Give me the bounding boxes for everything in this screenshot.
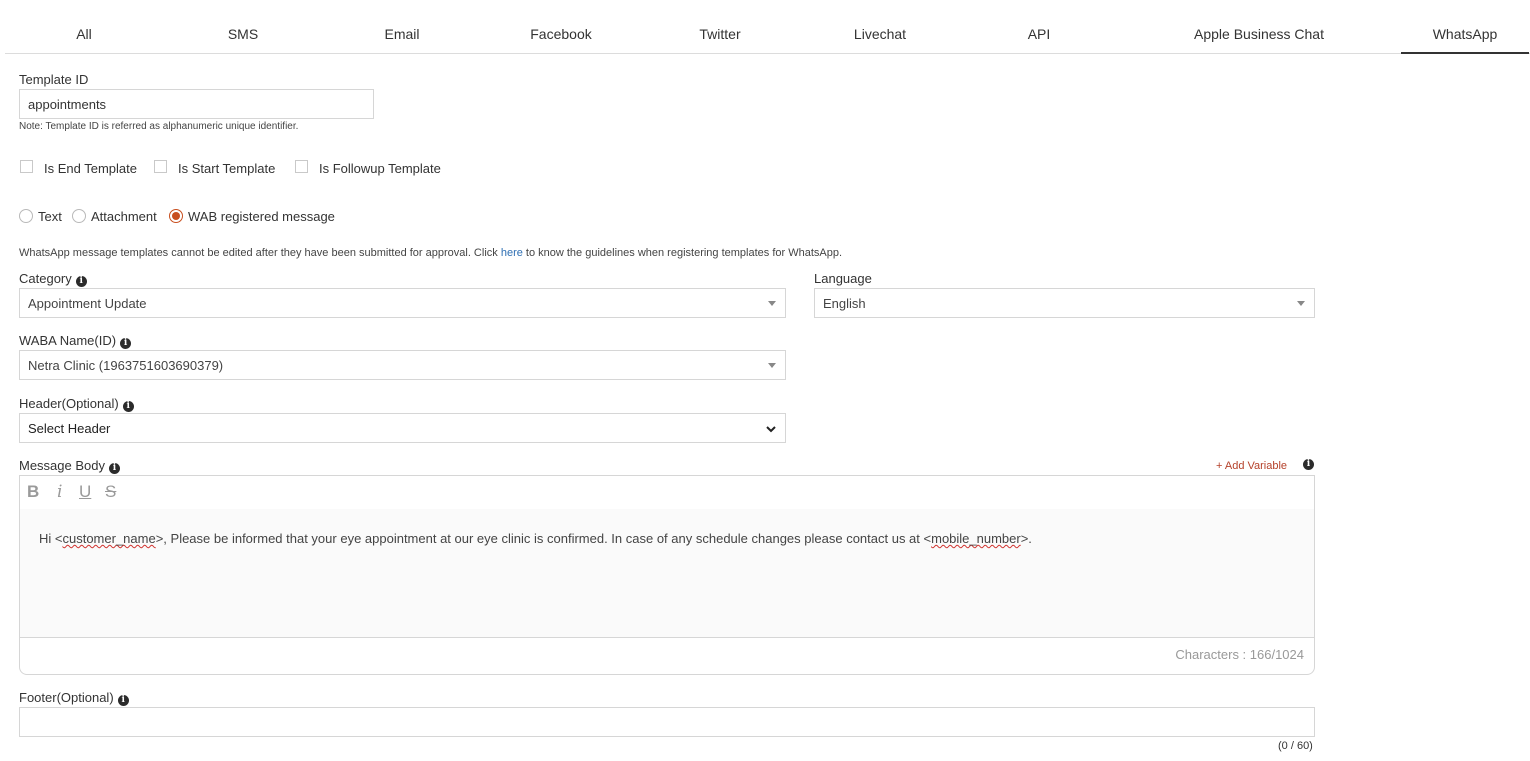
- footer-counter: (0 / 60): [1278, 740, 1313, 752]
- tab-sms[interactable]: SMS: [193, 14, 293, 52]
- strikethrough-button[interactable]: S: [105, 482, 116, 502]
- caret-down-icon: [1297, 301, 1305, 306]
- language-select[interactable]: English: [814, 288, 1315, 318]
- tab-apple-business-chat[interactable]: Apple Business Chat: [1179, 14, 1339, 52]
- info-icon[interactable]: i: [122, 401, 134, 412]
- variable-mobile-number: mobile_number: [931, 531, 1021, 546]
- type-attachment-radio[interactable]: [72, 209, 86, 223]
- type-attachment-label: Attachment: [91, 209, 157, 224]
- tab-api[interactable]: API: [989, 14, 1089, 52]
- underline-button[interactable]: U: [79, 482, 91, 502]
- italic-button[interactable]: i: [57, 482, 62, 502]
- header-value: Select Header: [28, 420, 111, 436]
- footer-label-text: Footer(Optional): [19, 690, 114, 705]
- guideline-text-before: WhatsApp message templates cannot be edi…: [19, 247, 501, 259]
- tab-twitter[interactable]: Twitter: [670, 14, 770, 52]
- message-body-label-text: Message Body: [19, 458, 105, 473]
- info-icon[interactable]: i: [75, 276, 87, 287]
- variable-customer-name: customer_name: [62, 531, 156, 546]
- followup-template-checkbox[interactable]: [295, 160, 308, 173]
- body-text-part: >.: [1020, 531, 1032, 546]
- header-label-text: Header(Optional): [19, 396, 119, 411]
- header-label: Header(Optional) i: [19, 396, 134, 412]
- tab-email[interactable]: Email: [352, 14, 452, 52]
- message-body-editor: B i U S Hi <customer_name>, Please be in…: [19, 475, 1315, 675]
- footer-input[interactable]: [19, 707, 1315, 737]
- waba-label-text: WABA Name(ID): [19, 333, 117, 348]
- message-body-label: Message Body i: [19, 458, 120, 474]
- tab-facebook[interactable]: Facebook: [511, 14, 611, 52]
- end-template-label: Is End Template: [44, 161, 137, 176]
- body-text-part: >, Please be informed that your eye appo…: [155, 531, 932, 546]
- body-text-part: Hi <: [39, 531, 63, 546]
- info-icon[interactable]: i: [109, 463, 120, 474]
- waba-label: WABA Name(ID) i: [19, 333, 132, 349]
- info-icon[interactable]: i: [1303, 459, 1314, 470]
- end-template-checkbox[interactable]: [20, 160, 33, 173]
- start-template-checkbox[interactable]: [154, 160, 167, 173]
- template-id-label: Template ID: [19, 72, 89, 87]
- type-wab-registered-radio[interactable]: [169, 209, 183, 223]
- guideline-text-after: to know the guidelines when registering …: [522, 247, 843, 259]
- waba-select[interactable]: Netra Clinic (1963751603690379): [19, 350, 786, 380]
- chevron-down-icon: [766, 426, 776, 433]
- tab-whatsapp[interactable]: WhatsApp: [1401, 14, 1529, 54]
- tab-livechat[interactable]: Livechat: [830, 14, 930, 52]
- tab-all[interactable]: All: [34, 14, 134, 52]
- footer-label: Footer(Optional) i: [19, 690, 129, 706]
- info-icon[interactable]: i: [120, 338, 132, 349]
- type-text-label: Text: [38, 209, 62, 224]
- guideline-note: WhatsApp message templates cannot be edi…: [19, 247, 842, 259]
- type-text-radio[interactable]: [19, 209, 33, 223]
- caret-down-icon: [768, 301, 776, 306]
- info-icon[interactable]: i: [117, 695, 129, 706]
- template-id-note: Note: Template ID is referred as alphanu…: [19, 121, 299, 132]
- language-label: Language: [814, 271, 872, 286]
- message-body-text: Hi <customer_name>, Please be informed t…: [39, 531, 1032, 546]
- waba-value: Netra Clinic (1963751603690379): [28, 357, 224, 373]
- add-variable-button[interactable]: + Add Variable: [1216, 460, 1287, 472]
- channel-tabs: All SMS Email Facebook Twitter Livechat …: [5, 14, 1530, 54]
- message-body-textarea[interactable]: Hi <customer_name>, Please be informed t…: [20, 509, 1314, 638]
- guideline-link[interactable]: here: [501, 247, 523, 259]
- template-id-input[interactable]: appointments: [19, 89, 374, 119]
- category-label: Category i: [19, 271, 87, 287]
- language-value: English: [823, 295, 866, 311]
- category-label-text: Category: [19, 271, 72, 286]
- start-template-label: Is Start Template: [178, 161, 276, 176]
- character-counter: Characters : 166/1024: [1175, 647, 1304, 662]
- type-wab-registered-label: WAB registered message: [188, 209, 335, 224]
- header-select[interactable]: Select Header: [19, 413, 786, 443]
- bold-button[interactable]: B: [27, 482, 39, 502]
- editor-toolbar: B i U S: [20, 476, 1314, 510]
- category-value: Appointment Update: [28, 295, 147, 311]
- caret-down-icon: [768, 363, 776, 368]
- category-select[interactable]: Appointment Update: [19, 288, 786, 318]
- followup-template-label: Is Followup Template: [319, 161, 441, 176]
